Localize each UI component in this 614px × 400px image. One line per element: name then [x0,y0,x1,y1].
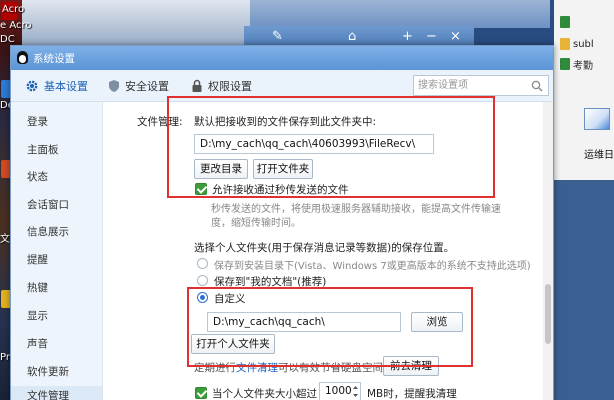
file-item[interactable] [560,14,573,30]
wallpaper-sky [250,0,550,28]
desktop-icon-label: e Acro [0,20,32,31]
desktop-icon-label: Acro [2,4,25,15]
sidebar-item-login[interactable]: 登录 [27,114,48,129]
my-documents-radio[interactable] [197,275,208,286]
sidebar-item-file-management[interactable]: 文件管理 [11,386,102,400]
size-limit-label: 当个人文件夹大小超过 [212,388,317,400]
home-icon[interactable]: ⌂ [348,29,356,45]
settings-window: 系统设置 基本设置 安全设置 权限设置 搜索设置项 登录 主面板 状态 会话窗口… [10,45,554,400]
qq-penguin-icon [17,51,28,64]
sidebar-item-chat-window[interactable]: 会话窗口 [27,197,69,212]
sidebar-item-status[interactable]: 状态 [27,169,48,184]
excel-icon [560,58,570,70]
window-titlebar[interactable]: 系统设置 [11,46,553,70]
file-label: subl [573,38,594,50]
file-label: 考勤 [573,60,593,72]
minus-icon[interactable]: − [426,29,437,45]
tab-permission-settings[interactable]: 权限设置 [191,78,252,94]
install-dir-option-label: 保存到安装目录下(Vista、Windows 7或更高版本的系统不支持此选项) [214,261,531,272]
wallpaper-sky [22,0,252,50]
edit-icon[interactable]: ✎ [272,29,283,45]
folder-icon [560,38,570,50]
size-limit-suffix: MB时，提醒我清理 [367,388,457,400]
search-icon[interactable] [531,80,543,92]
lock-icon [192,79,202,92]
tab-label: 权限设置 [208,80,252,93]
desktop-icon-label: 运维日 [584,146,614,161]
sidebar-item-software-update[interactable]: 软件更新 [27,364,69,379]
install-dir-radio[interactable] [197,258,208,269]
window-title: 系统设置 [33,53,75,65]
gear-icon [26,80,38,92]
sidebar-item-hotkeys[interactable]: 热键 [27,280,48,295]
content-scrollbar[interactable] [543,102,553,400]
plus-icon[interactable]: + [402,29,413,45]
tab-label: 安全设置 [125,80,169,93]
highlight-box [167,96,495,198]
close-icon[interactable]: × [450,29,461,45]
tab-security-settings[interactable]: 安全设置 [108,78,169,94]
shortcut-icon[interactable] [584,108,610,130]
tab-basic-settings[interactable]: 基本设置 [25,78,88,94]
file-item[interactable]: subl [560,36,594,52]
desktop-right-area: subl 考勤 [554,0,614,400]
personal-folder-label: 选择个人文件夹(用于保存消息记录等数据)的保存位置。 [194,242,455,254]
sidebar-item-display[interactable]: 显示 [27,308,48,323]
tab-label: 基本设置 [44,80,88,93]
sidebar-item-main-panel[interactable]: 主面板 [27,142,59,157]
sidebar-item-reminders[interactable]: 提醒 [27,252,48,267]
sidebar-item-sound[interactable]: 声音 [27,336,48,351]
fast-transfer-description: 度，缩短传输时间。 [211,218,301,229]
search-input[interactable] [418,78,526,93]
file-item[interactable]: 考勤 [560,56,593,72]
excel-icon [560,16,570,28]
desktop-icon-label: DC [0,34,15,45]
shield-icon [109,80,119,92]
scrollbar-thumb[interactable] [545,284,551,344]
desktop-icon-label: Pr [0,352,10,363]
highlight-box [187,287,473,367]
settings-sidebar: 登录 主面板 状态 会话窗口 信息展示 提醒 热键 显示 声音 软件更新 文件管… [11,102,103,400]
settings-search-box [413,75,549,96]
sidebar-item-info-display[interactable]: 信息展示 [27,224,69,239]
desktop-icon-label: 文 [0,234,10,245]
stepper-arrows-icon[interactable] [352,384,359,399]
fast-transfer-description: 秒传发送的文件，将使用极速服务器辅助接收，能提高文件传输速 [211,204,501,215]
size-limit-checkbox[interactable] [195,387,207,399]
